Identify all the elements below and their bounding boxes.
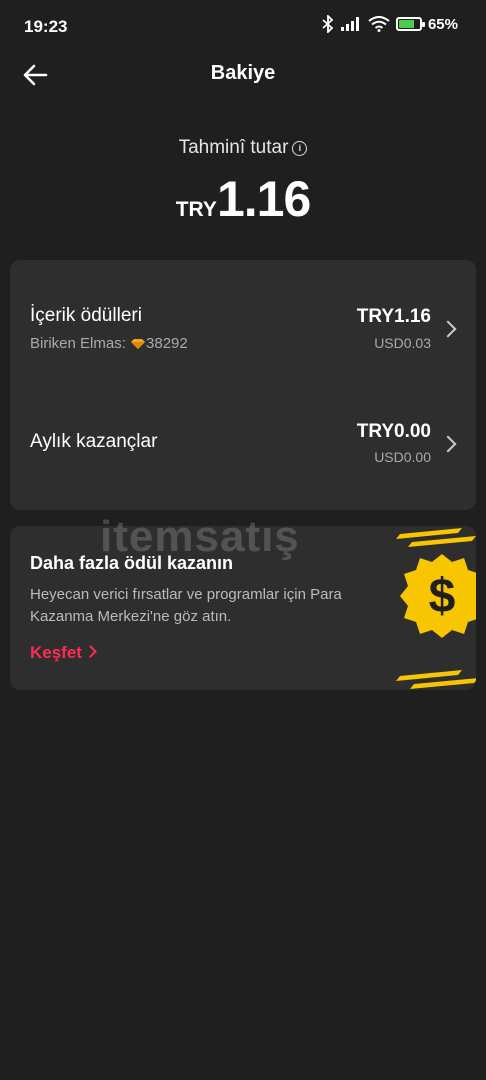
balance-currency: TRY <box>175 198 217 221</box>
explore-link[interactable]: Keşfet <box>30 643 97 663</box>
row-title: Aylık kazançlar <box>30 431 158 452</box>
bluetooth-icon <box>322 15 334 33</box>
page-title: Bakiye <box>210 62 276 84</box>
dollar-coin-icon: $ <box>396 528 476 689</box>
status-time: 19:23 <box>24 17 68 36</box>
earnings-card: İçerik ödülleri Biriken Elmas: 38292 TRY… <box>10 260 476 510</box>
watermark: itemsatış <box>100 512 300 561</box>
row-usd: USD0.00 <box>374 449 431 465</box>
promo-description: Heyecan verici fırsatlar ve programlar i… <box>30 586 342 625</box>
row-amount: TRY0.00 <box>356 421 431 442</box>
row-title: İçerik ödülleri <box>30 305 142 326</box>
estimated-amount-label: Tahminî tutar i <box>0 137 486 159</box>
signal-icon <box>340 17 359 31</box>
chevron-right-icon <box>439 320 457 338</box>
status-bar: 19:23 65% <box>0 0 486 50</box>
balance-amount: TRY1.16 <box>0 170 486 228</box>
svg-text:$: $ <box>429 570 456 623</box>
battery-icon <box>395 17 425 31</box>
balance-value: 1.16 <box>216 171 311 227</box>
row-amount: TRY1.16 <box>356 306 431 327</box>
header: Bakiye <box>0 52 486 96</box>
chevron-right-icon <box>84 645 97 658</box>
row-usd: USD0.03 <box>374 335 431 351</box>
battery-percent: 65% <box>427 15 458 33</box>
wifi-icon <box>368 16 390 32</box>
diamond-icon <box>131 339 146 349</box>
monthly-earnings-row[interactable]: Aylık kazançlar TRY0.00 USD0.00 <box>10 385 476 510</box>
chevron-right-icon <box>439 435 457 453</box>
info-icon[interactable]: i <box>292 141 308 156</box>
content-rewards-row[interactable]: İçerik ödülleri Biriken Elmas: 38292 TRY… <box>10 260 476 385</box>
diamonds-text: Biriken Elmas: 38292 <box>30 335 188 352</box>
